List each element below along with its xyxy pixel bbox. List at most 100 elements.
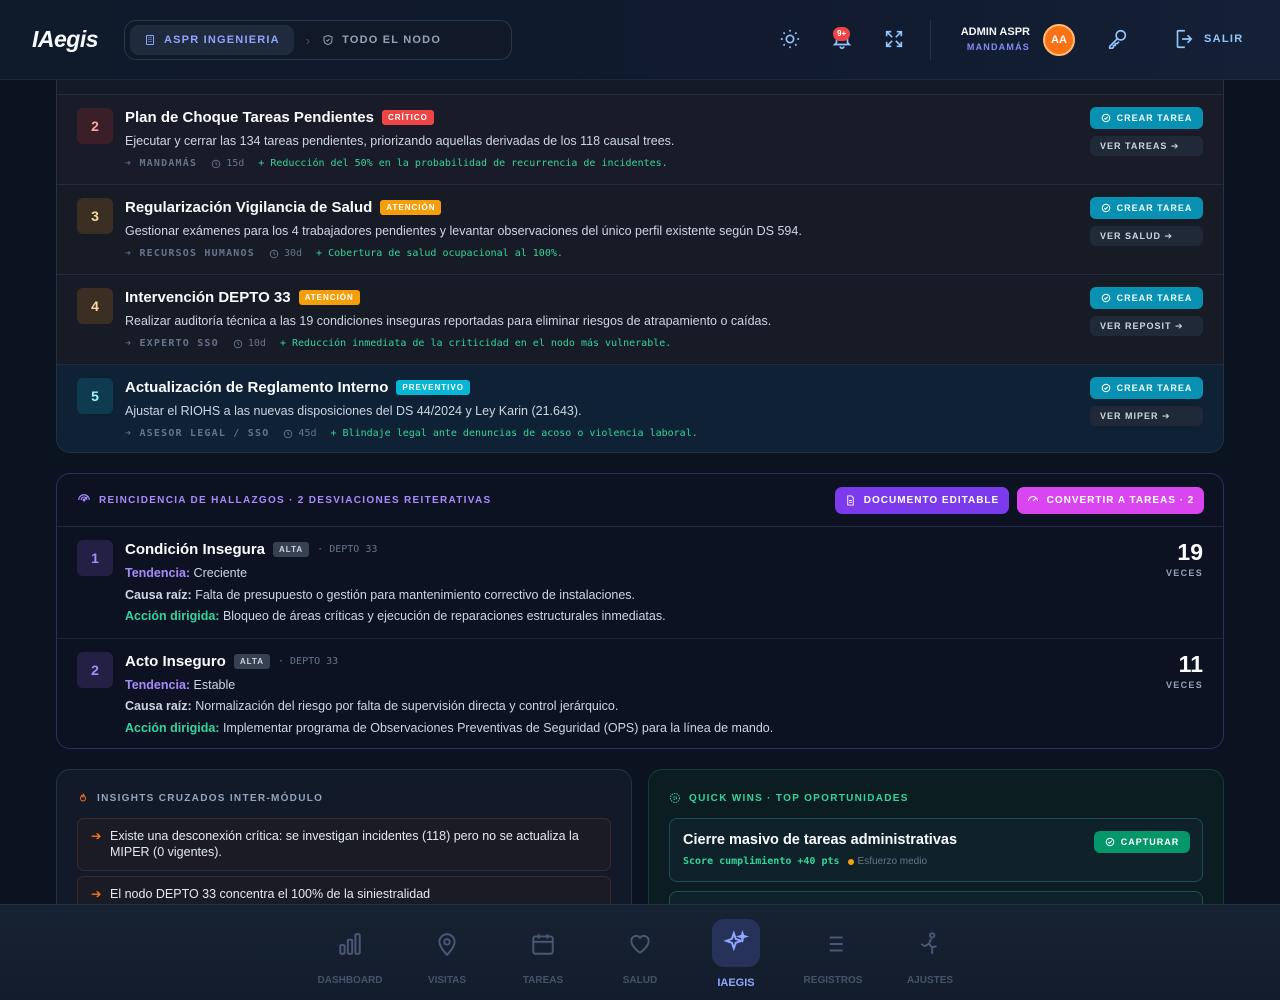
- finding-item: 2 Acto Inseguro ALTA · DEPTO 33 Tendenci…: [57, 639, 1223, 748]
- plan-item-number: 3: [77, 198, 113, 234]
- action-label: Acción dirigida:: [125, 721, 220, 735]
- breadcrumb-node[interactable]: TODO EL NODO: [322, 34, 441, 46]
- capture-button[interactable]: CAPTURAR: [1094, 831, 1190, 853]
- plan-item-impact: + Reducción inmediata de la criticidad e…: [279, 338, 672, 349]
- create-task-button[interactable]: CREAR TAREA: [1090, 107, 1203, 129]
- view-miper-button[interactable]: VER MIPER ➔: [1090, 406, 1203, 426]
- notification-badge: 9+: [833, 27, 851, 41]
- chevron-right-icon: ›: [305, 32, 311, 48]
- avatar[interactable]: AA: [1043, 24, 1075, 56]
- plan-item-owner: ➔ ASESOR LEGAL / SSO: [125, 428, 270, 439]
- map-pin-icon: [438, 933, 456, 957]
- plan-item-description: Ajustar el RIOHS a las nuevas disposicio…: [125, 404, 582, 418]
- check-circle-icon: [1101, 293, 1110, 303]
- create-task-button[interactable]: CREAR TAREA: [1090, 197, 1203, 219]
- insight-text: Existe una desconexión crítica: se inves…: [110, 829, 579, 860]
- create-task-label: CREAR TAREA: [1116, 383, 1193, 393]
- plan-item-owner: ➔ MANDAMÁS: [125, 158, 198, 169]
- insight-text: El nodo DEPTO 33 concentra el 100% de la…: [110, 887, 431, 901]
- severity-badge: ALTA: [233, 654, 270, 669]
- nav-visits[interactable]: VISITAS: [402, 905, 492, 1000]
- finding-location: · DEPTO 33: [277, 656, 339, 667]
- clock-icon: [269, 249, 279, 258]
- plan-item-number: 4: [77, 288, 113, 324]
- fullscreen-icon[interactable]: [883, 28, 905, 50]
- clock-icon: [233, 339, 243, 348]
- editable-document-button[interactable]: DOCUMENTO EDITABLE: [835, 487, 1009, 514]
- nav-records[interactable]: REGISTROS: [788, 905, 878, 1000]
- user-name: ADMIN ASPR: [960, 26, 1030, 38]
- building-icon: [146, 35, 154, 45]
- trend-label: Tendencia:: [125, 678, 191, 692]
- nav-label: DASHBOARD: [317, 975, 383, 986]
- logout-icon: [1176, 29, 1193, 49]
- plan-item-deadline: 45d: [298, 428, 317, 439]
- create-task-label: CREAR TAREA: [1116, 113, 1193, 123]
- finding-cause: Normalización del riesgo por falta de su…: [195, 699, 619, 713]
- convert-to-tasks-label: CONVERTIR A TAREAS · 2: [1046, 495, 1195, 506]
- shield-icon: [323, 34, 333, 46]
- nav-tasks[interactable]: TAREAS: [498, 905, 588, 1000]
- nav-health[interactable]: SALUD: [595, 905, 685, 1000]
- check-circle-icon: [1101, 203, 1110, 213]
- view-health-button[interactable]: VER SALUD ➔: [1090, 226, 1203, 246]
- app-logo[interactable]: IAegis: [32, 26, 99, 53]
- nav-settings[interactable]: AJUSTES: [885, 905, 975, 1000]
- effort-dot: [847, 858, 854, 865]
- quick-wins-header: QUICK WINS · TOP OPORTUNIDADES: [669, 792, 909, 804]
- logout-button[interactable]: SALIR: [1172, 28, 1244, 50]
- breadcrumb-company[interactable]: ASPR INGENIERIA: [130, 25, 294, 55]
- finding-number: 1: [77, 540, 113, 576]
- bar-chart-icon: [339, 933, 361, 955]
- plan-item-owner: ➔ EXPERTO SSO: [125, 338, 219, 349]
- plan-item-deadline: 10d: [247, 338, 266, 349]
- insights-header: INSIGHTS CRUZADOS INTER-MÓDULO: [77, 792, 323, 804]
- priority-badge: CRÍTICO: [381, 110, 434, 125]
- quick-win-score: Score cumplimiento +40 pts: [683, 856, 840, 867]
- plan-item-deadline: 15d: [226, 158, 245, 169]
- user-info: ADMIN ASPR MANDAMÁS: [961, 26, 1030, 52]
- create-task-button[interactable]: CREAR TAREA: [1090, 377, 1203, 399]
- list-icon: [824, 936, 843, 952]
- finding-count-unit: VECES: [1165, 680, 1203, 690]
- insights-title: INSIGHTS CRUZADOS INTER-MÓDULO: [97, 792, 324, 804]
- plan-item-impact: + Reducción del 50% en la probabilidad d…: [258, 158, 668, 169]
- nav-iaegis[interactable]: IAEGIS: [691, 905, 781, 1000]
- user-role: MANDAMÁS: [966, 42, 1030, 52]
- plan-item: 3 Regularización Vigilancia de Salud ATE…: [57, 184, 1223, 274]
- calendar-icon: [532, 934, 554, 955]
- create-task-button[interactable]: CREAR TAREA: [1090, 287, 1203, 309]
- insight-item: ➔ Existe una desconexión crítica: se inv…: [77, 818, 611, 871]
- plan-item-description: Gestionar exámenes para los 4 trabajador…: [125, 224, 802, 238]
- heart-icon: [630, 934, 650, 954]
- check-circle-icon: [1101, 383, 1110, 393]
- clock-icon: [212, 159, 221, 168]
- view-tasks-button[interactable]: VER TAREAS ➔: [1090, 136, 1203, 156]
- priority-badge: PREVENTIVO: [396, 380, 470, 395]
- nav-label: SALUD: [622, 975, 658, 986]
- check-circle-icon: [1101, 113, 1110, 123]
- divider: [930, 20, 931, 60]
- nav-dashboard[interactable]: DASHBOARD: [305, 905, 395, 1000]
- editable-document-label: DOCUMENTO EDITABLE: [863, 495, 1000, 506]
- finding-count-unit: VECES: [1165, 568, 1203, 578]
- priority-badge: ATENCIÓN: [380, 200, 442, 215]
- finding-action: Implementar programa de Observaciones Pr…: [222, 721, 774, 735]
- nav-label: REGISTROS: [803, 975, 863, 986]
- sun-icon[interactable]: [779, 28, 801, 50]
- check-circle-icon: [1105, 837, 1114, 847]
- finding-title: Condición Insegura: [125, 541, 266, 558]
- finding-cause: Falta de presupuesto o gestión para mant…: [195, 588, 636, 602]
- convert-to-tasks-button[interactable]: CONVERTIR A TAREAS · 2: [1017, 487, 1204, 514]
- document-icon: [847, 495, 854, 506]
- clock-icon: [284, 429, 293, 438]
- key-icon[interactable]: [1107, 28, 1129, 50]
- quick-win-effort: Esfuerzo medio: [857, 856, 928, 867]
- cause-label: Causa raíz:: [125, 699, 192, 713]
- create-task-label: CREAR TAREA: [1116, 203, 1193, 213]
- view-reports-button[interactable]: VER REPOSIT ➔: [1090, 316, 1203, 336]
- bottom-navigation: DASHBOARD VISITAS TAREAS SALUD IAEGIS RE…: [0, 904, 1280, 1000]
- target-icon: [670, 793, 680, 803]
- severity-badge: ALTA: [273, 542, 310, 557]
- plan-item-description: Realizar auditoría técnica a las 19 cond…: [125, 314, 772, 328]
